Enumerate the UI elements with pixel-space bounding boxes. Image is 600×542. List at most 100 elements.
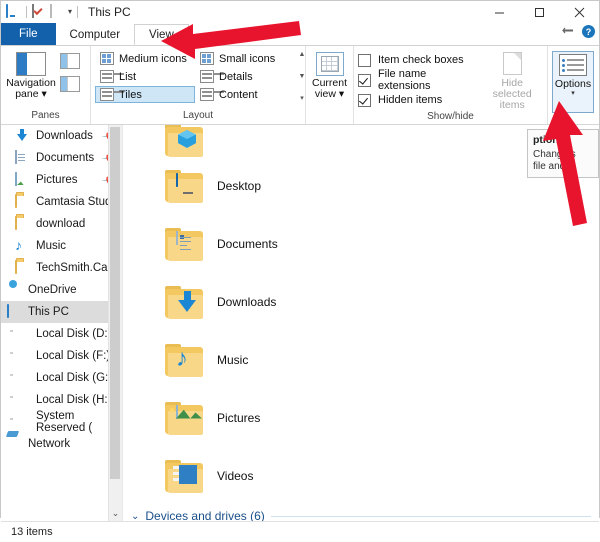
list-item-documents[interactable]: Documents [123, 215, 599, 273]
content-icon [200, 88, 214, 101]
tab-file[interactable]: File [1, 23, 56, 45]
sidebar-item-documents[interactable]: Documents 📌 [1, 147, 122, 169]
sidebar-item-local-disk-d[interactable]: Local Disk (D:) [1, 323, 122, 345]
checkbox-item-check-boxes[interactable]: Item check boxes [358, 51, 481, 69]
sidebar-item-network[interactable]: Network [1, 433, 122, 455]
layout-scroll-more-icon[interactable]: ▾ [300, 94, 304, 102]
sidebar-item-system-reserved[interactable]: System Reserved ( [1, 411, 122, 433]
chevron-down-icon[interactable]: ⌄ [131, 511, 139, 522]
status-item-count: 13 items [11, 526, 53, 538]
this-pc-icon [7, 305, 22, 319]
ribbon-group-layout: Medium icons List Tiles [91, 46, 306, 124]
layout-option-small-icons[interactable]: Small icons [195, 50, 295, 67]
checkbox-file-name-extensions[interactable]: File name extensions [358, 71, 481, 89]
file-name-extensions-checkbox-icon[interactable] [358, 74, 371, 87]
documents-icon [165, 228, 205, 261]
layout-option-list[interactable]: List [95, 68, 195, 85]
help-icon[interactable]: ? [582, 25, 595, 38]
layout-scroll-up-icon[interactable]: ▲ [299, 51, 306, 58]
sidebar-item-techsmith[interactable]: TechSmith.Camt [1, 257, 122, 279]
tab-computer[interactable]: Computer [56, 24, 135, 45]
qat-divider-2 [77, 6, 78, 18]
sidebar-item-music[interactable]: ♪ Music [1, 235, 122, 257]
sidebar-scroll-down-icon[interactable]: ⌄ [109, 508, 122, 519]
tab-view[interactable]: View [134, 24, 189, 45]
list-item-pictures[interactable]: Pictures [123, 389, 599, 447]
drive-icon [15, 349, 30, 363]
sidebar-item-downloads[interactable]: Downloads 📌 [1, 125, 122, 147]
options-button[interactable]: Options ▾ [552, 51, 594, 113]
layout-option-tiles[interactable]: Tiles [95, 86, 195, 103]
ribbon: Navigation pane ▾ Panes Medium [1, 45, 599, 125]
sidebar-scrollbar[interactable]: ⌄ [108, 125, 122, 521]
collapse-ribbon-icon[interactable] [562, 26, 575, 38]
network-icon [7, 437, 22, 451]
sidebar-item-local-disk-g[interactable]: Local Disk (G:) [1, 367, 122, 389]
preview-pane-icon[interactable] [60, 53, 80, 69]
drive-icon [15, 327, 30, 341]
minimize-button[interactable] [479, 1, 519, 23]
properties-icon[interactable] [32, 5, 47, 19]
maximize-button[interactable] [519, 1, 559, 23]
group-header-rule [271, 516, 591, 517]
qat-divider [26, 6, 27, 18]
navigation-pane: Downloads 📌 Documents 📌 Pictures 📌 [1, 125, 122, 521]
sidebar-item-onedrive[interactable]: OneDrive [1, 279, 122, 301]
close-button[interactable] [559, 1, 599, 23]
tooltip-line1: Change s [533, 149, 576, 160]
checkbox-hidden-items[interactable]: Hidden items [358, 91, 481, 109]
layout-option-details[interactable]: Details [195, 68, 295, 85]
pane-toggle-list [57, 50, 80, 92]
group-header-label: Devices and drives (6) [145, 509, 264, 521]
ribbon-help-area: ? [562, 25, 595, 38]
sidebar-item-pictures[interactable]: Pictures 📌 [1, 169, 122, 191]
onedrive-cloud-icon [7, 283, 22, 297]
navigation-pane-button[interactable]: Navigation pane ▾ [5, 50, 57, 100]
details-icon [200, 70, 214, 83]
navigation-list: Downloads 📌 Documents 📌 Pictures 📌 [1, 125, 122, 455]
small-icons-icon [200, 52, 214, 65]
window-title: This PC [88, 5, 131, 19]
list-item-videos[interactable]: Videos [123, 447, 599, 505]
options-chevron-down-icon[interactable]: ▾ [571, 90, 575, 97]
sidebar-item-local-disk-h[interactable]: Local Disk (H:) [1, 389, 122, 411]
options-tooltip: ptions Change s file and f [527, 129, 599, 178]
layout-options: Medium icons List Tiles [95, 50, 309, 103]
layout-option-medium-icons[interactable]: Medium icons [95, 50, 195, 67]
file-list-view: Desktop Documents Downloads ♪ [122, 125, 599, 521]
3d-objects-icon [165, 125, 205, 157]
picture-icon [15, 173, 30, 187]
sidebar-item-download[interactable]: download [1, 213, 122, 235]
this-pc-icon[interactable] [6, 5, 21, 19]
ribbon-group-panes: Navigation pane ▾ Panes [1, 46, 91, 124]
music-note-icon: ♪ [15, 239, 30, 253]
sidebar-item-camtasia-studio[interactable]: Camtasia Studio [1, 191, 122, 213]
drive-icon [15, 371, 30, 385]
hidden-items-checkbox-icon[interactable] [358, 94, 371, 107]
item-check-boxes-checkbox-icon[interactable] [358, 54, 371, 67]
folder-icon [15, 261, 30, 275]
options-label: Options [555, 78, 591, 90]
file-explorer-window: ▾ This PC File Computer View ? [0, 0, 600, 518]
navigation-pane-label-line2: pane ▾ [15, 88, 47, 100]
new-folder-icon[interactable] [50, 5, 65, 19]
hide-selected-items-button: Hide selected items [481, 50, 543, 111]
drive-icon [15, 415, 30, 429]
sidebar-item-local-disk-f[interactable]: Local Disk (F:) [1, 345, 122, 367]
ribbon-group-current-view: Current view ▾ [306, 46, 354, 124]
layout-scroll-down-icon[interactable]: ▼ [299, 73, 306, 80]
customize-chevron-icon[interactable]: ▾ [68, 8, 72, 16]
sidebar-item-this-pc[interactable]: This PC [1, 301, 122, 323]
layout-option-content[interactable]: Content [195, 86, 295, 103]
explorer-body: Downloads 📌 Documents 📌 Pictures 📌 [1, 125, 599, 521]
details-pane-icon[interactable] [60, 76, 80, 92]
sidebar-scrollbar-thumb[interactable] [110, 127, 120, 479]
title-bar: ▾ This PC [1, 1, 599, 23]
current-view-button[interactable]: Current view ▾ [310, 50, 349, 100]
list-item-music[interactable]: ♪ Music [123, 331, 599, 389]
ribbon-tab-strip: File Computer View ? [1, 23, 599, 45]
ribbon-group-options: Options ▾ [548, 46, 598, 124]
folder-icon [15, 195, 30, 209]
list-item-downloads[interactable]: Downloads [123, 273, 599, 331]
group-header-devices-and-drives[interactable]: ⌄ Devices and drives (6) [123, 505, 599, 521]
